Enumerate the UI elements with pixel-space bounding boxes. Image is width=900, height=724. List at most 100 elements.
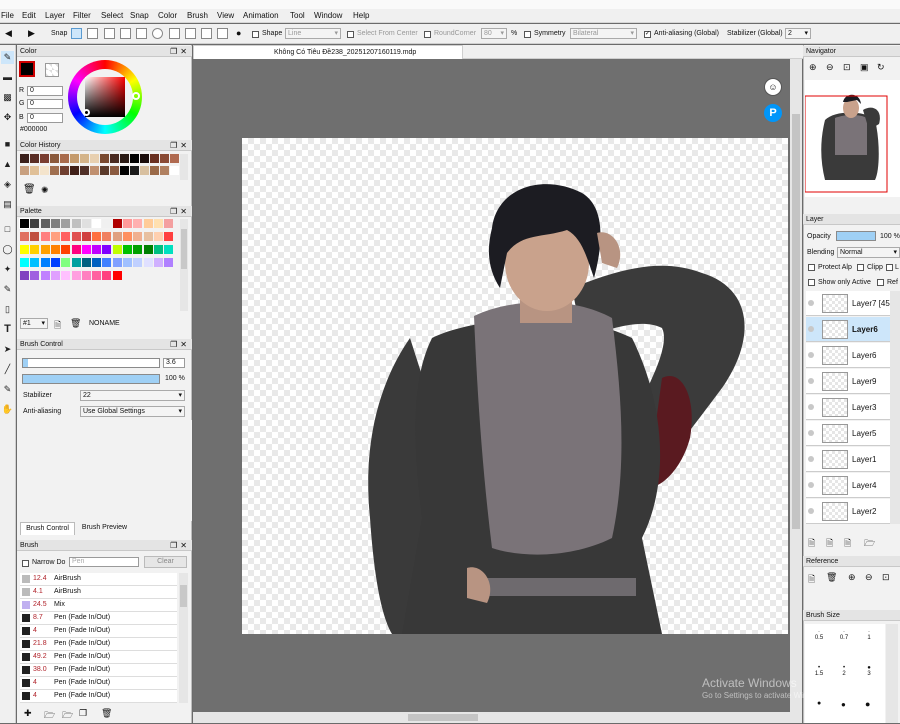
magic-wand-icon[interactable]: ✦ [1, 263, 14, 276]
zoom-actual-icon[interactable]: ▣ [860, 62, 869, 73]
color-history-swatch[interactable] [100, 154, 109, 163]
round-corner-checkbox[interactable] [424, 31, 431, 38]
palette-swatch[interactable] [19, 218, 30, 229]
palette-swatch[interactable] [20, 245, 29, 254]
palette-swatch[interactable] [50, 271, 60, 280]
next-arrow-icon[interactable]: ▶ [28, 28, 35, 39]
brush-list-item[interactable]: 49.2 Pen (Fade In/Out) [20, 651, 177, 664]
palette-swatch[interactable] [50, 245, 60, 254]
select-pen-icon[interactable]: ✎ [1, 283, 14, 296]
delete-brush-icon[interactable]: 🗑 [101, 708, 112, 719]
palette-swatch[interactable] [71, 232, 81, 241]
canvas-h-scrollbar[interactable] [193, 712, 790, 723]
menu-layer[interactable]: Layer [45, 11, 65, 20]
fill-tool-icon[interactable]: ▲ [1, 158, 14, 171]
palette-swatch[interactable] [102, 271, 112, 280]
lasso-tool-icon[interactable]: ◯ [1, 243, 14, 256]
eraser-tool-icon[interactable]: ▬ [1, 71, 14, 84]
menu-help[interactable]: Help [353, 11, 369, 20]
palette-swatch[interactable] [102, 245, 112, 254]
layer-visibility-icon[interactable] [808, 430, 814, 436]
layer-row[interactable]: Layer4 [806, 473, 890, 498]
palette-swatch[interactable] [123, 232, 132, 241]
menu-filter[interactable]: Filter [73, 11, 91, 20]
new-1bit-layer-icon[interactable]: 🗎 [844, 536, 851, 552]
reference-checkbox[interactable] [877, 279, 884, 286]
color-history-swatch[interactable] [40, 166, 49, 175]
palette-swatch[interactable] [153, 219, 163, 228]
palette-swatch[interactable] [61, 258, 71, 267]
navigator-preview[interactable] [804, 80, 900, 197]
panel-controls-icon[interactable]: ❐✕ [170, 140, 190, 151]
brush-search-input[interactable]: Pen [69, 557, 139, 567]
palette-swatch[interactable] [61, 219, 71, 228]
palette-swatch[interactable] [81, 245, 91, 254]
operation-tool-icon[interactable]: ➤ [1, 343, 14, 356]
saturation-value-square[interactable] [85, 77, 125, 117]
trash-icon[interactable]: 🗑 [23, 184, 36, 195]
brush-size-input[interactable]: 3.6 [163, 358, 185, 368]
palette-swatch[interactable] [123, 245, 132, 254]
eyedropper-tool-icon[interactable]: ✎ [1, 383, 14, 396]
palette-swatch[interactable] [92, 271, 102, 280]
palette-swatch[interactable] [112, 271, 122, 280]
blending-select[interactable]: Normal [837, 247, 900, 258]
shape-checkbox[interactable] [252, 31, 259, 38]
color-history-swatch[interactable] [110, 154, 119, 163]
layer-row[interactable]: Layer3 [806, 395, 890, 420]
palette-swatch[interactable] [143, 245, 153, 254]
layer-folder-icon[interactable]: 🗁 [864, 536, 875, 552]
color-history-swatch[interactable] [80, 154, 89, 163]
move-tool-icon[interactable]: ✥ [1, 111, 14, 124]
layer-list-scrollbar[interactable] [890, 291, 900, 524]
color-history-swatch[interactable] [60, 166, 69, 175]
g-input[interactable]: 0 [27, 99, 63, 109]
menu-edit[interactable]: Edit [22, 11, 36, 20]
color-history-swatch[interactable] [50, 154, 59, 163]
new-8bit-layer-icon[interactable]: 🗎 [826, 536, 833, 552]
palette-swatch[interactable] [81, 232, 91, 241]
palette-swatch[interactable] [61, 232, 71, 241]
palette-swatch[interactable] [61, 271, 71, 280]
brush-list-item[interactable]: 12.4 AirBrush [20, 573, 177, 586]
palette-swatch[interactable] [123, 219, 132, 228]
color-history-swatch[interactable] [30, 166, 39, 175]
palette-swatch[interactable] [71, 219, 81, 228]
menu-select[interactable]: Select [101, 11, 123, 20]
palette-swatch[interactable] [20, 258, 29, 267]
color-history-swatch[interactable] [70, 154, 79, 163]
menu-snap[interactable]: Snap [130, 11, 149, 20]
palette-swatch[interactable] [40, 245, 50, 254]
layer-row[interactable]: Layer9 [806, 369, 890, 394]
hand-tool-icon[interactable]: ✋ [1, 403, 14, 416]
menu-brush[interactable]: Brush [187, 11, 208, 20]
brush-size-scrollbar[interactable] [886, 624, 898, 723]
color-history-swatch[interactable] [160, 166, 169, 175]
color-history-swatch[interactable] [40, 154, 49, 163]
select-center-checkbox[interactable] [347, 31, 354, 38]
palette-swatch[interactable] [81, 219, 91, 228]
layer-row[interactable]: Layer5 [806, 421, 890, 446]
prev-arrow-icon[interactable]: ◀ [5, 28, 12, 39]
palette-swatch[interactable] [164, 245, 174, 254]
reference-delete-icon[interactable]: 🗑 [826, 572, 837, 583]
secondary-color-swatch[interactable] [45, 63, 59, 77]
palette-swatch[interactable] [50, 219, 60, 228]
palette-swatch[interactable] [71, 271, 81, 280]
brush-list-item[interactable]: 24.5 Mix [20, 599, 177, 612]
document-tab[interactable]: Không Có Tiêu Đề238_20251207160119.mdp [193, 45, 463, 59]
canvas-v-scrollbar[interactable] [790, 59, 802, 723]
palette-swatch[interactable] [133, 219, 143, 228]
palette-swatch[interactable] [30, 245, 40, 254]
menu-color[interactable]: Color [158, 11, 177, 20]
add-brush-icon[interactable]: ✚ [24, 708, 32, 719]
tab-brush-preview[interactable]: Brush Preview [77, 522, 132, 535]
color-history-swatch[interactable] [120, 154, 129, 163]
palette-swatch[interactable] [30, 258, 40, 267]
layer-row[interactable]: Layer6 [806, 317, 890, 342]
show-only-active-checkbox[interactable] [808, 279, 815, 286]
palette-swatch[interactable] [61, 245, 71, 254]
palette-swatch[interactable] [123, 258, 132, 267]
select-eraser-icon[interactable]: ▯ [1, 303, 14, 316]
brush-list-item[interactable]: 4 Pen (Fade In/Out) [20, 677, 177, 690]
